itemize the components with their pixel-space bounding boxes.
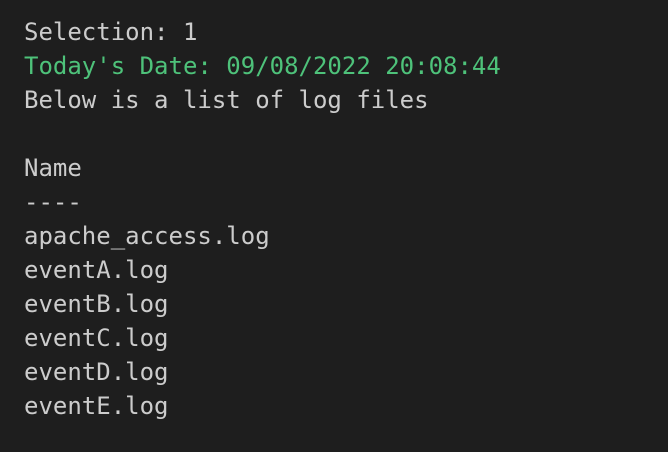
list-item: eventC.log: [24, 324, 169, 352]
column-header-divider: ----: [24, 188, 82, 216]
intro-line: Below is a list of log files: [24, 86, 429, 114]
list-item: eventD.log: [24, 358, 169, 386]
list-item: apache_access.log: [24, 222, 270, 250]
terminal-output[interactable]: Selection: 1 Today's Date: 09/08/2022 20…: [0, 0, 668, 452]
list-item: eventB.log: [24, 290, 169, 318]
list-item: eventE.log: [24, 392, 169, 420]
list-item: eventA.log: [24, 256, 169, 284]
selection-line: Selection: 1: [24, 18, 198, 46]
column-header-name: Name: [24, 154, 82, 182]
date-line: Today's Date: 09/08/2022 20:08:44: [24, 52, 501, 80]
